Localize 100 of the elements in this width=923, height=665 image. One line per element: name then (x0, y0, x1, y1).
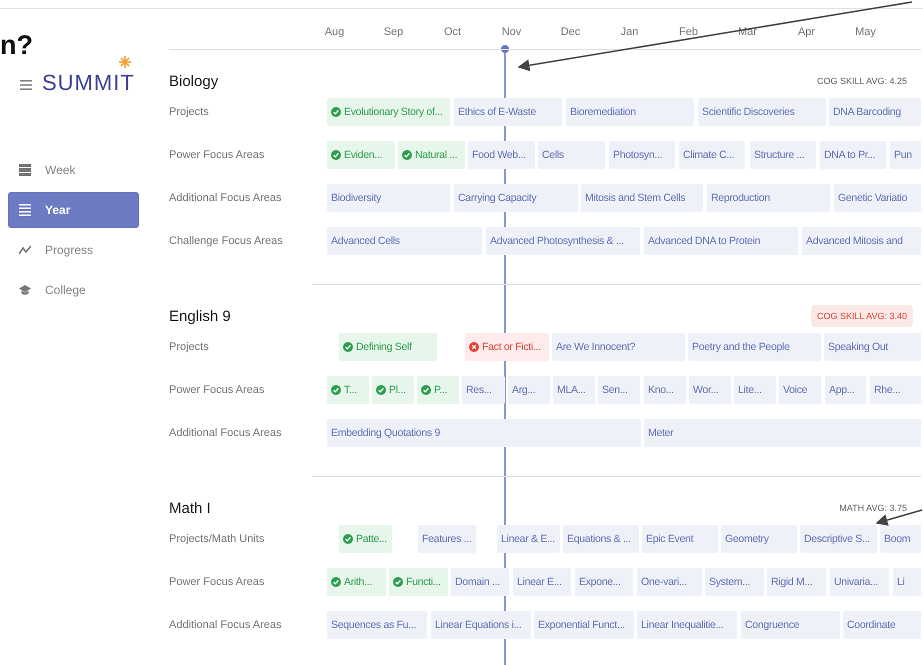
row-label: Additional Focus Areas (169, 192, 283, 204)
focus-area-chip[interactable]: Speaking Out (824, 332, 921, 360)
graduation-cap-icon (19, 284, 31, 296)
focus-area-chip[interactable]: Mitosis and Stem Cells (581, 184, 703, 212)
focus-area-chip[interactable]: Res... (462, 376, 505, 404)
focus-area-chip[interactable]: DNA Barcoding (829, 98, 921, 126)
check-icon (331, 106, 341, 116)
focus-area-chip[interactable]: Evolutionary Story of... (327, 98, 450, 126)
focus-area-chip[interactable]: Arg... (508, 376, 550, 404)
focus-area-chip[interactable]: Rhe... (870, 376, 921, 404)
focus-area-chip[interactable]: Kno... (644, 376, 686, 404)
focus-area-chip[interactable]: Fact or Ficti... (465, 332, 549, 360)
nav-item[interactable]: Year (8, 192, 139, 228)
month-label: Jan (620, 26, 640, 38)
focus-area-chip[interactable]: P... (417, 376, 459, 404)
focus-area-chip[interactable]: Patte... (339, 524, 392, 552)
check-icon (393, 576, 403, 586)
check-icon (421, 384, 431, 394)
focus-area-chip[interactable]: Structure ... (750, 140, 816, 168)
nav-item[interactable]: Week (8, 152, 139, 188)
focus-area-chip[interactable]: System... (705, 568, 764, 596)
focus-area-chip[interactable]: Reproduction (707, 184, 830, 212)
focus-area-chip[interactable]: Expone... (575, 568, 633, 596)
focus-area-chip[interactable]: Sequences as Fu... (327, 610, 427, 638)
row-label: Additional Focus Areas (169, 618, 283, 630)
focus-area-chip[interactable]: Coordinate (843, 610, 921, 638)
month-label: Feb (678, 26, 699, 38)
nav-item[interactable]: Progress (8, 232, 139, 268)
focus-area-chip[interactable]: Advanced DNA to Protein (644, 226, 798, 254)
focus-area-chip[interactable]: Pun (890, 140, 921, 168)
focus-area-chip[interactable]: Wor... (689, 376, 731, 404)
focus-area-chip[interactable]: Defining Self (339, 332, 437, 360)
focus-area-chip[interactable]: DNA to Pr... (820, 140, 886, 168)
focus-area-chip[interactable]: Bioremediation (566, 98, 694, 126)
focus-area-chip[interactable]: Advanced Mitosis and (802, 226, 921, 254)
check-icon (331, 384, 341, 394)
focus-area-chip[interactable]: Boom (880, 524, 921, 552)
focus-area-chip[interactable]: MLA... (553, 376, 595, 404)
focus-area-chip[interactable]: Voice (779, 376, 821, 404)
row-label: Power Focus Areas (169, 576, 266, 588)
focus-area-chip[interactable]: Cells (538, 140, 605, 168)
focus-area-chip[interactable]: Functi... (389, 568, 448, 596)
menu-icon[interactable] (20, 80, 32, 90)
focus-area-chip[interactable]: Exponential Funct... (534, 610, 634, 638)
average-score: MATH AVG: 3.75 (838, 502, 908, 515)
row-label: Power Focus Areas (169, 384, 266, 396)
focus-area-chip[interactable]: Congruence (741, 610, 840, 638)
focus-area-chip[interactable]: Genetic Variatio (834, 184, 921, 212)
focus-area-chip[interactable]: Sen... (598, 376, 640, 404)
logo-text[interactable]: SUMMIT (42, 70, 135, 95)
nav-item[interactable]: College (8, 272, 139, 308)
focus-area-chip[interactable]: Features ... (418, 524, 476, 552)
check-icon (343, 342, 353, 352)
focus-area-chip[interactable]: App... (825, 376, 866, 404)
focus-area-chip[interactable]: Pl... (372, 376, 414, 404)
focus-area-chip[interactable]: Meter (644, 418, 921, 446)
row-label: Projects (169, 340, 210, 352)
focus-area-chip[interactable]: Food Web... (468, 140, 535, 168)
check-icon (331, 576, 341, 586)
row-label: Projects (169, 106, 210, 118)
row-label: Projects/Math Units (169, 532, 266, 544)
slide-heading-fragment: n? (0, 30, 33, 61)
focus-area-chip[interactable]: Univaria... (830, 568, 889, 596)
row-label: Additional Focus Areas (169, 426, 283, 438)
average-score: COG SKILL AVG: 3.40 (810, 305, 913, 327)
focus-area-chip[interactable]: Ethics of E-Waste (454, 98, 562, 126)
focus-area-chip[interactable]: One-vari... (637, 568, 702, 596)
focus-area-chip[interactable]: Natural ... (398, 140, 465, 168)
list-icon (19, 204, 31, 216)
focus-area-chip[interactable]: Climate C... (679, 140, 745, 168)
focus-area-chip[interactable]: Linear & E... (497, 524, 560, 552)
focus-area-chip[interactable]: Advanced Photosynthesis & ... (486, 226, 640, 254)
month-label: Oct (442, 26, 462, 38)
focus-area-chip[interactable]: Equations & ... (563, 524, 639, 552)
focus-area-chip[interactable]: Poetry and the People (688, 332, 821, 360)
focus-area-chip[interactable]: Eviden... (327, 140, 395, 168)
focus-area-chip[interactable]: Biodiversity (327, 184, 450, 212)
focus-area-chip[interactable]: Are We Innocent? (552, 332, 685, 360)
focus-area-chip[interactable]: Descriptive S... (800, 524, 877, 552)
check-icon (402, 150, 412, 160)
focus-area-chip[interactable]: Li (893, 568, 921, 596)
asterisk-icon (118, 56, 131, 68)
focus-area-chip[interactable]: Geometry (721, 524, 797, 552)
focus-area-chip[interactable]: T... (327, 376, 369, 404)
focus-area-chip[interactable]: Carrying Capacity (454, 184, 578, 212)
focus-area-chip[interactable]: Linear Inequalitie... (637, 610, 737, 638)
focus-area-chip[interactable]: Linear Equations i... (431, 610, 531, 638)
focus-area-chip[interactable]: Rigid M... (767, 568, 826, 596)
focus-area-chip[interactable]: Epic Event (642, 524, 718, 552)
focus-area-chip[interactable]: Advanced Cells (327, 226, 482, 254)
focus-area-chip[interactable]: Domain ... (451, 568, 509, 596)
focus-area-chip[interactable]: Lite... (734, 376, 776, 404)
focus-area-chip[interactable]: Arith... (327, 568, 386, 596)
focus-area-chip[interactable]: Scientific Discoveries (698, 98, 826, 126)
month-label: Nov (500, 26, 522, 38)
trend-icon (19, 245, 31, 255)
focus-area-chip[interactable]: Photosyn... (609, 140, 675, 168)
focus-area-chip[interactable]: Linear E... (513, 568, 571, 596)
focus-area-chip[interactable]: Embedding Quotations 9 (327, 418, 641, 446)
row-label: Challenge Focus Areas (169, 234, 284, 246)
